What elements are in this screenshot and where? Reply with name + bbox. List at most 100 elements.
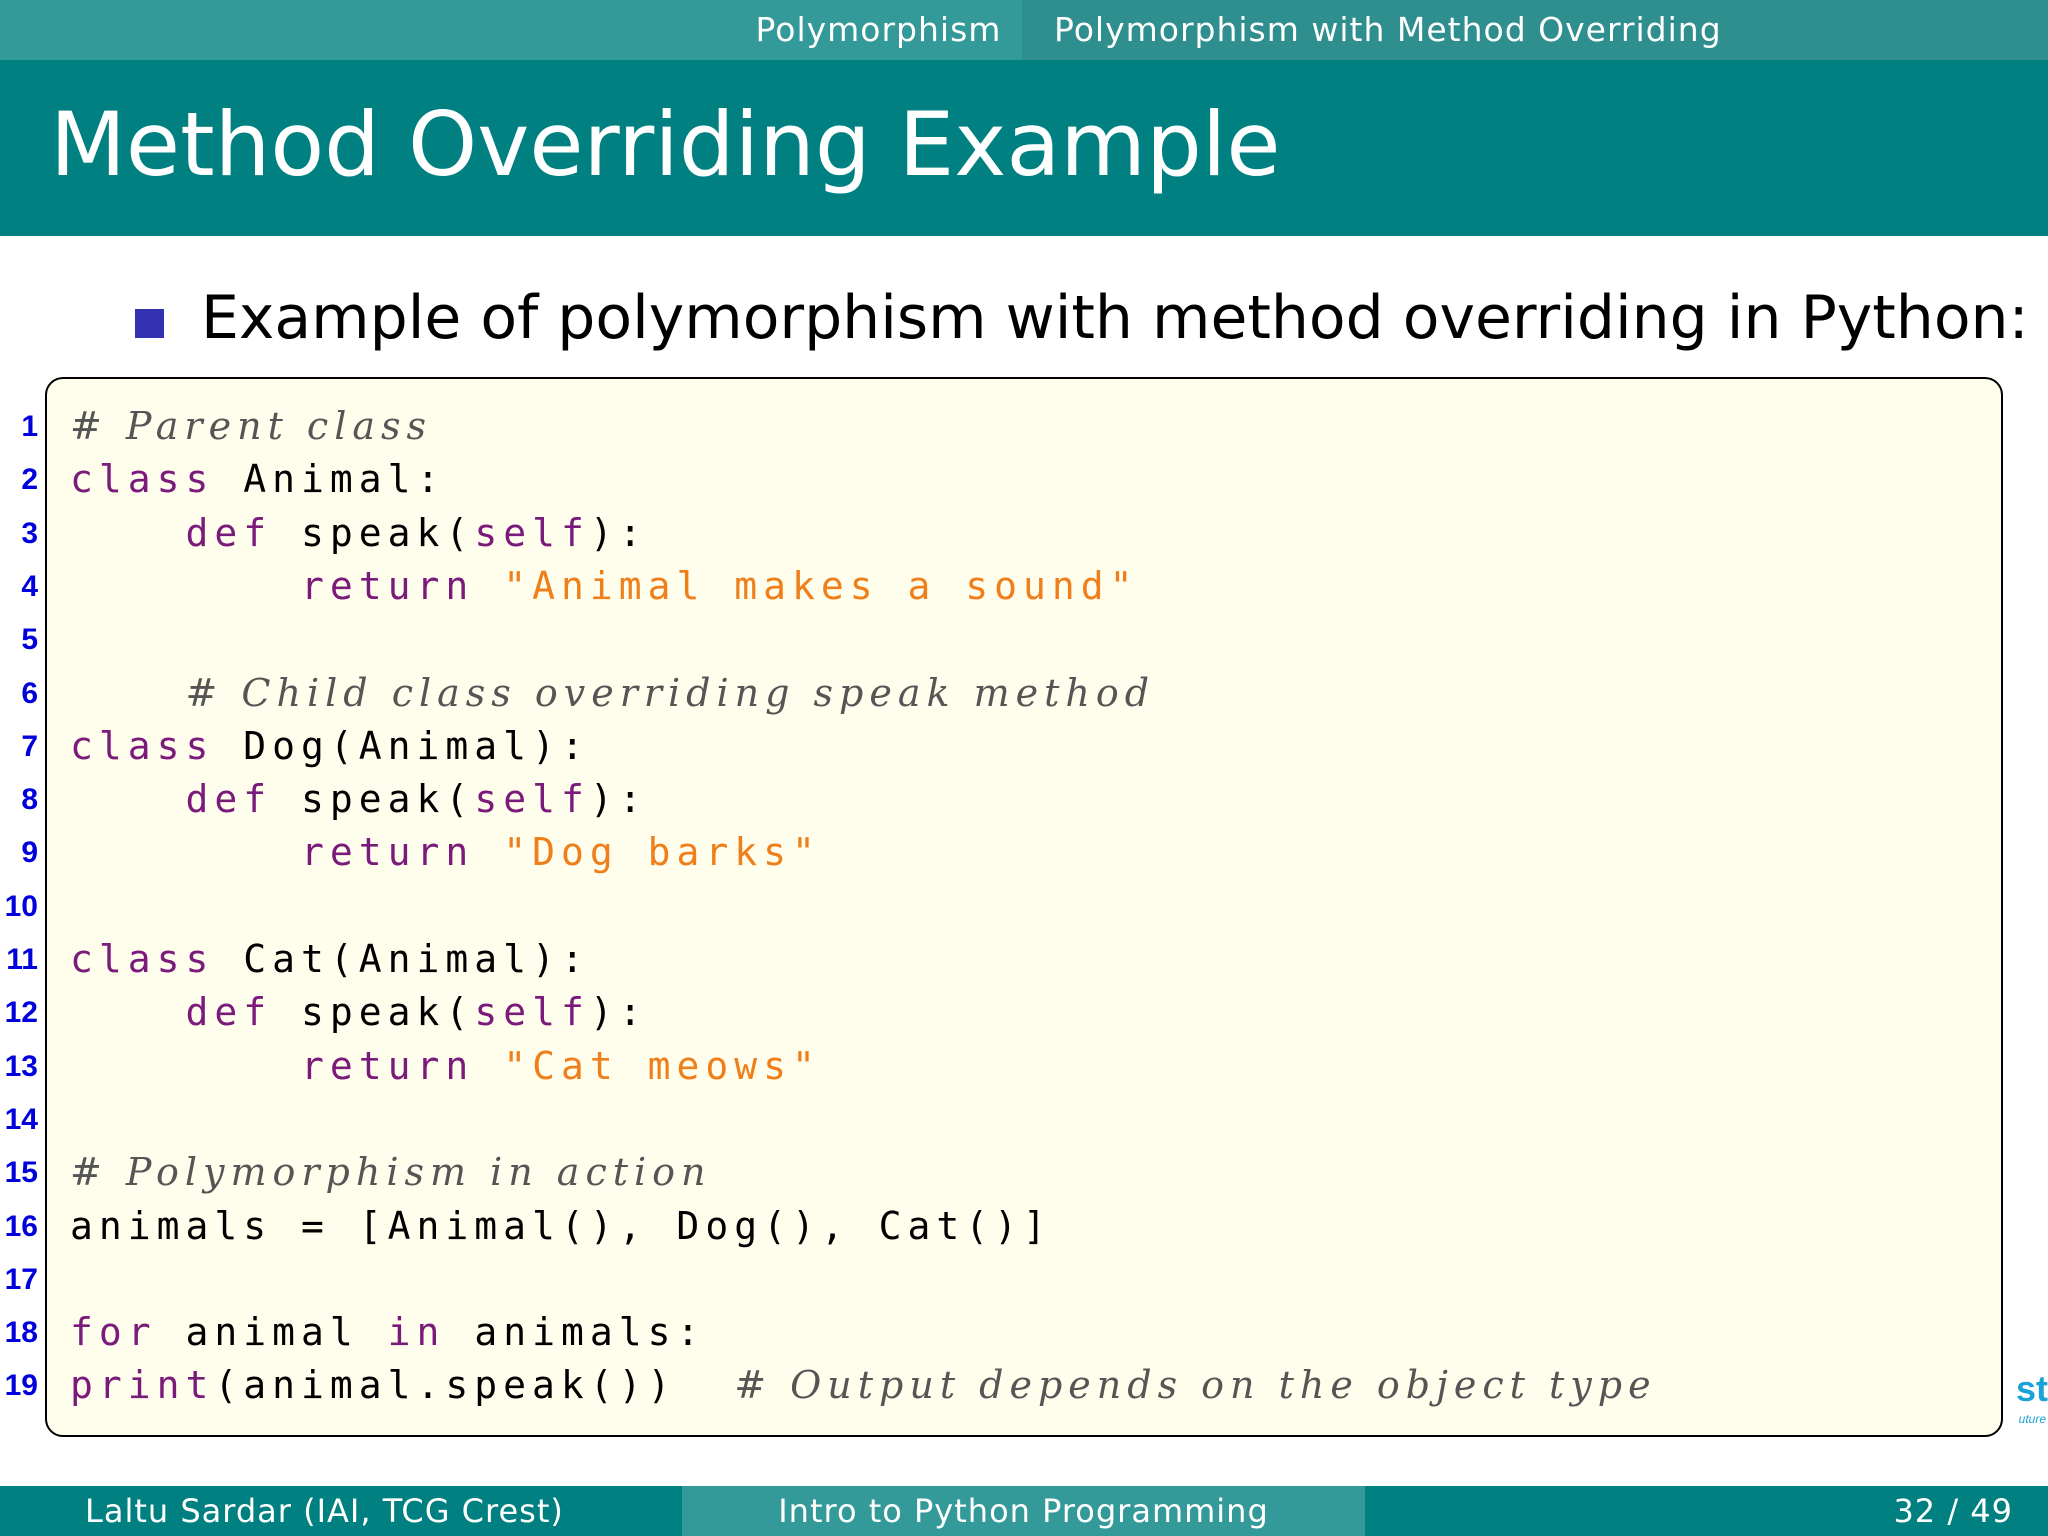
line-number: 15 [4,1156,38,1190]
code-line: 9 return "Dog barks" [0,826,2048,879]
line-number: 12 [4,996,38,1030]
code-text: # Child class overriding speak method [70,667,1155,720]
code-token: ): [589,510,648,555]
code-text: class Dog(Animal): [70,720,590,773]
code-text: animals = [Animal(), Dog(), Cat()] [70,1200,1052,1253]
code-token: animal [156,1310,388,1355]
code-token: Dog(Animal): [214,723,590,768]
code-string: "Animal makes a sound" [503,563,1139,608]
title-bar: Method Overriding Example [0,60,2048,236]
code-line: 8 def speak(self): [0,773,2048,826]
code-comment: # Polymorphism in action [70,1150,712,1195]
footer-author: Laltu Sardar (IAI, TCG Crest) [0,1486,682,1536]
line-number: 10 [4,889,38,923]
code-line: 15 # Polymorphism in action [0,1146,2048,1199]
code-line: 12 def speak(self): [0,986,2048,1039]
code-line: 18 for animal in animals: [0,1306,2048,1359]
code-string: "Dog barks" [503,830,821,875]
code-text: class Cat(Animal): [70,933,590,986]
code-token: ): [589,990,648,1035]
line-number: 9 [21,836,38,870]
line-number: 16 [4,1209,38,1243]
line-number: 6 [21,676,38,710]
code-keyword: class [70,937,215,981]
code-keyword: def [185,990,273,1035]
code-text: return "Cat meows" [70,1040,821,1093]
code-line: 11 class Cat(Animal): [0,933,2048,986]
code-keyword: class [70,723,215,768]
line-number: 19 [4,1369,38,1403]
code-line: 5 [0,613,2048,666]
institute-logo: st uture [2005,1368,2048,1438]
line-number: 7 [21,729,38,763]
code-keyword: class [70,457,215,502]
code-line: 2 class Animal: [0,453,2048,506]
code-text: # Parent class [70,400,432,453]
code-line: 4 return "Animal makes a sound" [0,560,2048,613]
code-token: speak( [272,510,475,555]
code-line: 14 [0,1093,2048,1146]
line-number: 18 [4,1316,38,1350]
line-number: 8 [21,783,38,817]
code-line: 13 return "Cat meows" [0,1040,2048,1093]
code-keyword: for [70,1310,157,1355]
code-text: def speak(self): [70,986,648,1039]
code-token: Cat(Animal): [214,937,590,981]
line-number: 1 [21,410,38,443]
code-line: 7 class Dog(Animal): [0,720,2048,773]
code-text: return "Dog barks" [70,826,821,879]
code-text: for animal in animals: [70,1306,705,1359]
line-number: 2 [21,463,38,497]
code-comment: # Child class overriding speak method [185,670,1156,715]
code-token: speak( [272,777,475,822]
code-line: 6 # Child class overriding speak method [0,667,2048,720]
code-text: class Animal: [70,453,445,506]
code-keyword: print [70,1363,215,1408]
code-keyword: return [301,830,475,875]
logo-text: st [2015,1368,2048,1409]
code-keyword: self [474,777,590,822]
code-keyword: in [387,1310,446,1355]
footer-course-title: Intro to Python Programming [682,1486,1365,1536]
code-line: 16 animals = [Animal(), Dog(), Cat()] [0,1200,2048,1253]
code-token: Animal: [214,457,446,502]
code-keyword: def [185,510,273,555]
footer-bar: Laltu Sardar (IAI, TCG Crest) Intro to P… [0,1486,2048,1536]
code-comment: # Output depends on the object type [734,1363,1657,1408]
code-line: 10 [0,880,2048,933]
slide: Polymorphism Polymorphism with Method Ov… [0,0,2048,1536]
bullet-text: Example of polymorphism with method over… [201,283,2029,353]
code-keyword: self [474,990,590,1035]
line-number: 11 [6,943,38,976]
code-text: return "Animal makes a sound" [70,560,1139,613]
logo-subtext: uture [2018,1412,2046,1426]
code-token: (animal.speak()) [214,1363,735,1408]
code-keyword: def [185,777,273,822]
code-string: "Cat meows" [503,1043,821,1088]
line-number: 14 [4,1102,38,1136]
code-token: animals: [445,1310,706,1355]
code-line: 1 # Parent class [0,400,2048,453]
code-text: print(animal.speak()) # Output depends o… [70,1359,1657,1412]
code-text: def speak(self): [70,507,648,560]
code-comment: # Parent class [70,404,433,448]
bullet-square-icon [135,309,164,338]
line-number: 4 [21,569,38,603]
slide-title: Method Overriding Example [50,93,1281,196]
line-number: 17 [4,1262,38,1296]
line-number: 3 [21,516,38,550]
nav-subsection-link[interactable]: Polymorphism with Method Overriding [1022,0,2048,60]
nav-section-link[interactable]: Polymorphism [735,0,1022,60]
code-token: animals = [Animal(), Dog(), Cat()] [70,1203,1052,1248]
footer-page-number: 32 / 49 [1365,1486,2048,1536]
code-text: def speak(self): [70,773,648,826]
line-number: 13 [4,1049,38,1083]
